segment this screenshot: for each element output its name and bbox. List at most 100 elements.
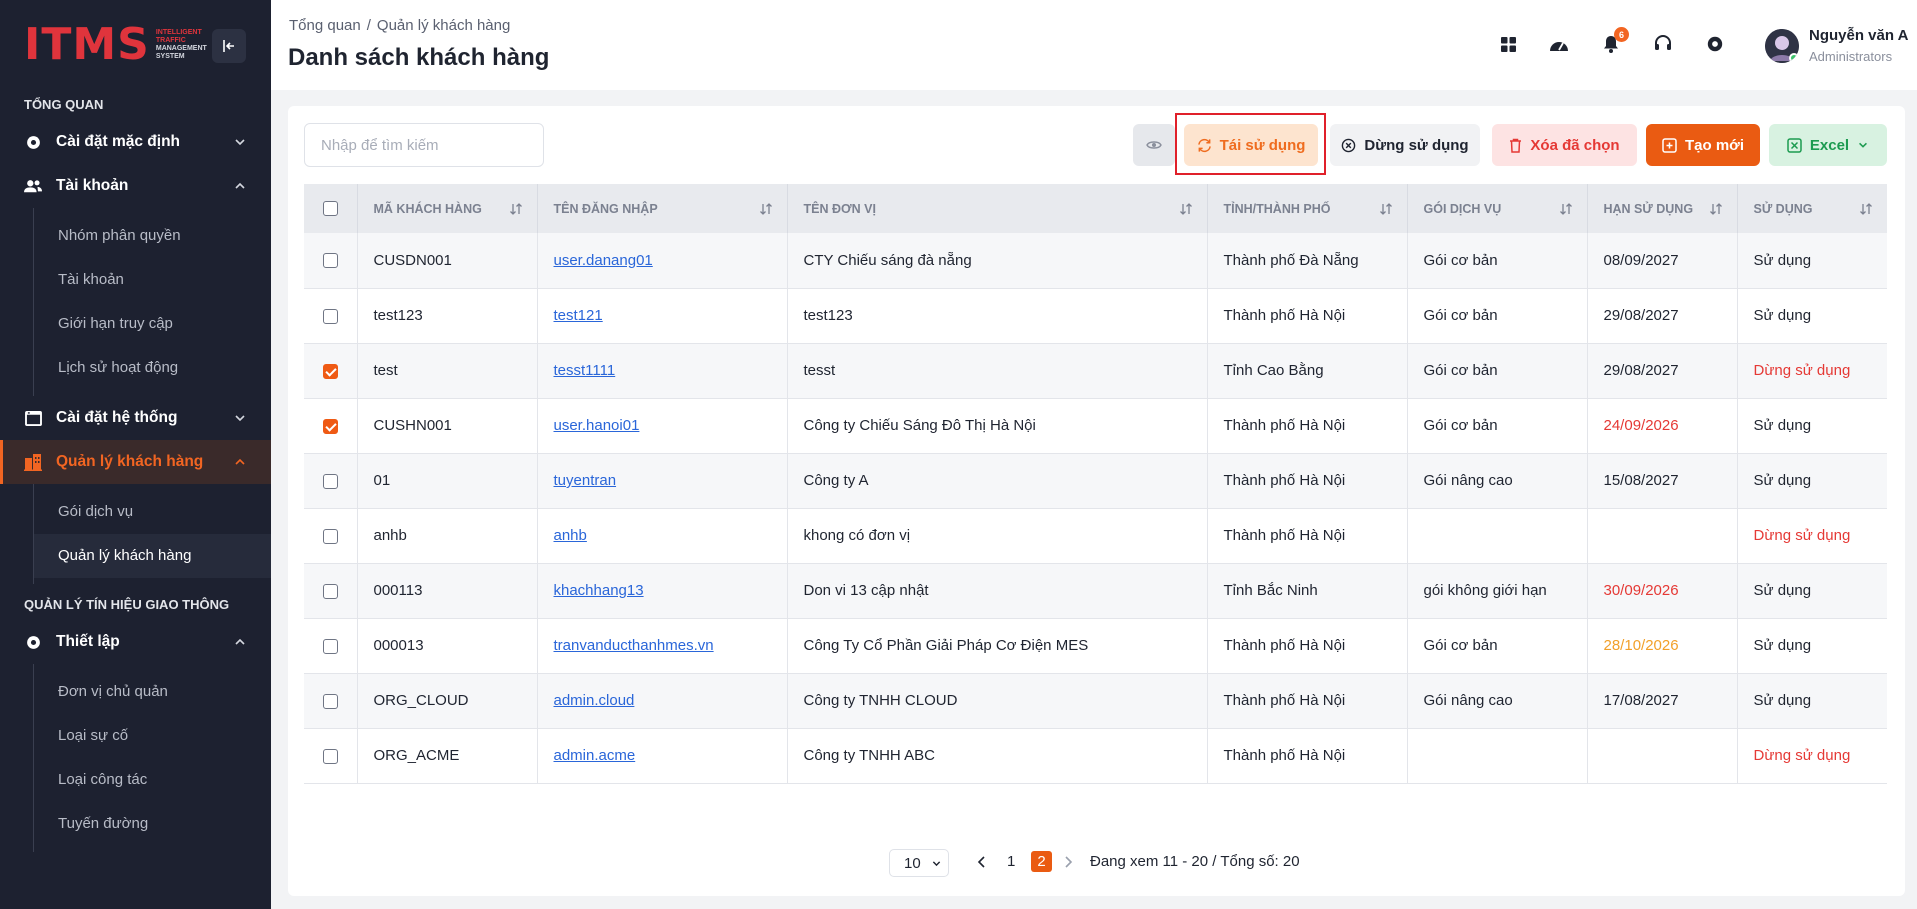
building-icon xyxy=(24,453,42,471)
cell-status: Dừng sử dụng xyxy=(1737,728,1887,784)
notifications-button[interactable]: 6 xyxy=(1598,27,1629,57)
table-row[interactable]: ORG_CLOUD admin.cloud Công ty TNHH CLOUD… xyxy=(304,673,1887,729)
col-header-expiry[interactable]: HẠN SỬ DỤNG xyxy=(1587,184,1738,233)
row-checkbox-checked[interactable] xyxy=(322,363,338,379)
sort-icon xyxy=(1179,202,1192,215)
username-link[interactable]: khachhang13 xyxy=(554,582,644,599)
table-row[interactable]: test tesst1111 tesst Tỉnh Cao Bằng Gói c… xyxy=(304,343,1887,399)
sidebar-item-permission-groups[interactable]: Nhóm phân quyền xyxy=(27,214,271,258)
row-checkbox-checked[interactable] xyxy=(322,418,338,434)
nav-label: Quản lý khách hàng xyxy=(56,453,204,470)
col-header-city[interactable]: TỈNH/THÀNH PHỐ xyxy=(1207,184,1408,233)
next-page-icon[interactable] xyxy=(1062,855,1074,869)
create-new-label: Tạo mới xyxy=(1684,136,1744,154)
row-checkbox[interactable] xyxy=(322,253,338,269)
prev-page-icon[interactable] xyxy=(976,855,988,869)
cell-code: ORG_CLOUD xyxy=(357,673,538,729)
sidebar-item-customer-management[interactable]: Quản lý khách hàng xyxy=(34,534,271,578)
table-row[interactable]: ORG_ACME admin.acme Công ty TNHH ABC Thà… xyxy=(304,728,1887,784)
page-1-button[interactable]: 1 xyxy=(1007,853,1015,870)
cell-city: Thành phố Hà Nội xyxy=(1207,453,1408,509)
username-link[interactable]: tesst1111 xyxy=(554,362,616,379)
col-header-unit[interactable]: TÊN ĐƠN VỊ xyxy=(787,184,1208,233)
table-row[interactable]: 01 tuyentran Công ty A Thành phố Hà Nội … xyxy=(304,453,1887,509)
online-status-dot xyxy=(1789,53,1799,63)
table-row[interactable]: 000013 tranvanducthanhmes.vn Công Ty Cổ … xyxy=(304,618,1887,674)
excel-export-button[interactable]: Excel xyxy=(1769,124,1887,166)
row-checkbox[interactable] xyxy=(322,748,338,764)
row-checkbox[interactable] xyxy=(322,308,338,324)
col-header-code[interactable]: MÃ KHÁCH HÀNG xyxy=(357,184,538,233)
col-header-status[interactable]: SỬ DỤNG xyxy=(1737,184,1887,233)
username-link[interactable]: tuyentran xyxy=(554,472,617,489)
page-2-button-current[interactable]: 2 xyxy=(1031,851,1052,872)
create-new-button[interactable]: Tạo mới xyxy=(1646,124,1760,166)
sidebar-item-accounts[interactable]: Tài khoản xyxy=(27,258,271,302)
row-checkbox[interactable] xyxy=(322,583,338,599)
table-row[interactable]: CUSDN001 user.danang01 CTY Chiếu sáng đà… xyxy=(304,233,1887,289)
username-link[interactable]: user.hanoi01 xyxy=(554,417,640,434)
table-row[interactable]: CUSHN001 user.hanoi01 Công ty Chiếu Sáng… xyxy=(304,398,1887,454)
row-checkbox[interactable] xyxy=(322,693,338,709)
delete-selected-button[interactable]: Xóa đã chọn xyxy=(1492,124,1637,166)
search-input[interactable] xyxy=(304,123,544,167)
username-link[interactable]: tranvanducthanhmes.vn xyxy=(554,637,714,654)
username-link[interactable]: admin.cloud xyxy=(554,692,635,709)
sidebar: ITMS INTELLIGENT TRAFFIC MANAGEMENT SYST… xyxy=(0,0,271,909)
cell-expiry: 15/08/2027 xyxy=(1587,453,1738,509)
section-title-overview: TỔNG QUAN xyxy=(24,97,104,112)
username-link[interactable]: admin.acme xyxy=(554,747,636,764)
nav-accounts[interactable]: Tài khoản xyxy=(0,164,271,208)
column-visibility-button[interactable] xyxy=(1133,124,1175,166)
cell-username: admin.acme xyxy=(537,728,788,784)
sidebar-item-service-packages[interactable]: Gói dịch vụ xyxy=(27,490,271,534)
row-checkbox[interactable] xyxy=(322,638,338,654)
page-size-select[interactable]: 10 xyxy=(889,849,949,877)
customer-submenu: Gói dịch vụ Quản lý khách hàng xyxy=(27,484,271,584)
avatar[interactable] xyxy=(1765,29,1799,63)
cell-username: anhb xyxy=(537,508,788,564)
section-title-traffic: QUẢN LÝ TÍN HIỆU GIAO THÔNG xyxy=(24,597,230,612)
apps-grid-button[interactable] xyxy=(1495,31,1521,57)
sort-icon xyxy=(1709,202,1722,215)
cell-package: Gói nâng cao xyxy=(1407,673,1588,729)
app-logo[interactable]: ITMS INTELLIGENT TRAFFIC MANAGEMENT SYST… xyxy=(24,23,216,67)
stop-using-button[interactable]: Dừng sử dụng xyxy=(1330,124,1480,166)
table-row[interactable]: 000113 khachhang13 Don vi 13 cập nhật Tỉ… xyxy=(304,563,1887,619)
collapse-sidebar-button[interactable] xyxy=(212,29,246,63)
support-button[interactable] xyxy=(1650,31,1676,57)
nav-system-settings[interactable]: Cài đặt hệ thống xyxy=(0,396,271,440)
row-select-cell xyxy=(304,453,358,509)
sidebar-item-routes[interactable]: Tuyến đường xyxy=(27,802,271,846)
table-row[interactable]: anhb anhb khong có đơn vị Thành phố Hà N… xyxy=(304,508,1887,564)
nav-label: Thiết lập xyxy=(56,633,120,650)
sidebar-item-managing-unit[interactable]: Đơn vị chủ quản xyxy=(27,670,271,714)
sidebar-item-work-type[interactable]: Loại công tác xyxy=(27,758,271,802)
nav-setup[interactable]: Thiết lập xyxy=(0,620,271,664)
cell-expiry: 30/09/2026 xyxy=(1587,563,1738,619)
col-header-package[interactable]: GÓI DỊCH VỤ xyxy=(1407,184,1588,233)
sidebar-item-access-limits[interactable]: Giới hạn truy cập xyxy=(27,302,271,346)
window-icon xyxy=(24,409,42,427)
settings-button[interactable] xyxy=(1702,31,1728,57)
sort-icon xyxy=(1379,202,1392,215)
nav-default-settings[interactable]: Cài đặt mặc định xyxy=(0,120,271,164)
nav-customer-management[interactable]: Quản lý khách hàng xyxy=(0,440,271,484)
sidebar-item-activity-history[interactable]: Lịch sử hoạt động xyxy=(27,346,271,390)
sort-icon xyxy=(1860,202,1872,215)
username-link[interactable]: anhb xyxy=(554,527,587,544)
row-checkbox[interactable] xyxy=(322,473,338,489)
username-link[interactable]: test121 xyxy=(554,307,603,324)
cell-status: Sử dụng xyxy=(1737,398,1887,454)
breadcrumb-home[interactable]: Tổng quan xyxy=(289,17,361,34)
sidebar-item-incident-type[interactable]: Loại sự cố xyxy=(27,714,271,758)
chevron-down-icon xyxy=(932,860,940,866)
user-name[interactable]: Nguyễn văn A xyxy=(1809,27,1908,44)
row-checkbox[interactable] xyxy=(322,528,338,544)
table-row[interactable]: test123 test121 test123 Thành phố Hà Nội… xyxy=(304,288,1887,344)
dashboard-button[interactable] xyxy=(1546,31,1572,57)
username-link[interactable]: user.danang01 xyxy=(554,252,653,269)
pagination: 10 1 2 Đang xem 11 - 20 / Tổng số: 20 xyxy=(288,848,1905,878)
col-header-username[interactable]: TÊN ĐĂNG NHẬP xyxy=(537,184,788,233)
select-all-checkbox[interactable] xyxy=(322,201,338,217)
